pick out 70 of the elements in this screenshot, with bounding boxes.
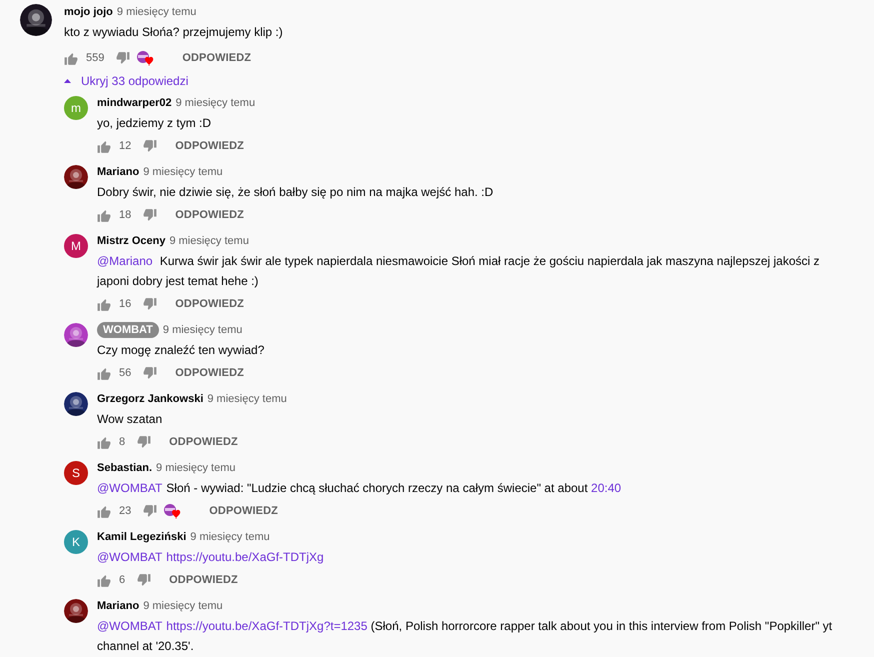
- thumbs-up-icon[interactable]: [97, 574, 111, 586]
- comment-link[interactable]: @WOMBAT: [97, 481, 162, 495]
- avatar: K: [64, 530, 88, 554]
- thumbs-up-icon[interactable]: [97, 436, 111, 448]
- thumbs-up-icon[interactable]: [64, 52, 78, 64]
- thumbs-up-icon[interactable]: [97, 504, 111, 518]
- comment-text: @WOMBAT Słoń - wywiad: "Ludzie chcą słuchać chorych rzeczy na całym świecie" at about 20:40: [97, 480, 622, 497]
- thumbs-up-icon[interactable]: [97, 298, 111, 310]
- thumbs-up-icon[interactable]: [97, 140, 111, 152]
- author-name[interactable]: Grzegorz Jankowski: [97, 393, 204, 405]
- like-count: 12: [119, 140, 132, 152]
- like-count: 559: [86, 52, 104, 64]
- comment-text: @WOMBAT https://youtu.be/XaGf-TDTjXg?t=1235 (Słoń, Polish horrorcore rapper talk about you in this interview from Polish "Popkiller" yt channel at '20.35'.: [97, 618, 834, 655]
- author-badge[interactable]: WOMBAT: [97, 322, 159, 338]
- comment-link[interactable]: @WOMBAT: [97, 550, 162, 564]
- comment-text: yo, jedziemy z tym :D: [97, 115, 212, 132]
- thumbs-down-icon[interactable]: [143, 208, 158, 222]
- reply-button[interactable]: ODPOWIEDZ: [175, 367, 244, 379]
- author-name[interactable]: Mariano: [97, 600, 140, 612]
- thumbs-down-icon[interactable]: [116, 52, 130, 64]
- thumbs-up-icon[interactable]: [97, 366, 111, 380]
- reply-button[interactable]: ODPOWIEDZ: [175, 140, 244, 152]
- comment-link[interactable]: https://youtu.be/XaGf-TDTjXg?t=1235: [166, 619, 368, 633]
- comment-text: kto z wywiadu Słońa? przejmujemy klip :): [64, 24, 284, 41]
- comment-time[interactable]: 9 miesięcy temu: [143, 166, 223, 178]
- like-count: 16: [119, 298, 132, 310]
- comment-text: @Mariano Kurwa świr jak świr ale typek napierdala niesmawoicie Słoń miał racje że gościu napierdala jak maszyna najlepszej jakości z japoni dobry jest temat hehe :): [97, 253, 821, 290]
- author-name[interactable]: Mariano: [97, 166, 140, 178]
- comment-text: Dobry świr, nie dziwie się, że słoń bałby się po nim na majka wejść hah. :D: [97, 184, 494, 201]
- comment-link[interactable]: @WOMBAT: [97, 619, 162, 633]
- reply-button[interactable]: ODPOWIEDZ: [182, 52, 252, 64]
- comment-time[interactable]: 9 miesięcy temu: [162, 324, 242, 336]
- like-count: 23: [119, 505, 132, 517]
- like-count: 18: [119, 209, 132, 221]
- like-count: 6: [119, 574, 126, 586]
- author-name[interactable]: Mistrz Oceny: [97, 235, 166, 247]
- avatar: S: [64, 461, 88, 485]
- author-name[interactable]: Kamil Legeziński: [97, 531, 186, 543]
- reply-button[interactable]: ODPOWIEDZ: [175, 298, 244, 310]
- comment-time[interactable]: 9 miesięcy temu: [143, 600, 223, 612]
- author-name[interactable]: Sebastian.: [97, 462, 152, 474]
- avatar: m: [64, 96, 88, 120]
- comment-time[interactable]: 9 miesięcy temu: [116, 6, 196, 18]
- comment-time[interactable]: 9 miesięcy temu: [169, 235, 249, 247]
- thumbs-down-icon[interactable]: [143, 366, 158, 380]
- like-count: 8: [119, 436, 126, 448]
- thumbs-down-icon[interactable]: [143, 298, 158, 310]
- reply-button[interactable]: ODPOWIEDZ: [169, 574, 238, 586]
- thumbs-up-icon[interactable]: [97, 208, 111, 222]
- comment-text: Czy mogę znaleźć ten wywiad?: [97, 342, 266, 359]
- comment-time[interactable]: 9 miesięcy temu: [207, 393, 287, 405]
- reply-button[interactable]: ODPOWIEDZ: [169, 436, 238, 448]
- avatar: M: [64, 234, 88, 258]
- author-name[interactable]: mindwarper02: [97, 97, 172, 109]
- thumbs-down-icon[interactable]: [137, 574, 152, 586]
- comment-time[interactable]: 9 miesięcy temu: [176, 97, 256, 109]
- hide-replies-button[interactable]: Ukryj 33 odpowiedzi: [64, 74, 188, 88]
- thumbs-down-icon[interactable]: [143, 504, 158, 518]
- comment-time[interactable]: 9 miesięcy temu: [190, 531, 270, 543]
- reply-button[interactable]: ODPOWIEDZ: [209, 505, 278, 517]
- comment-link[interactable]: https://youtu.be/XaGf-TDTjXg: [166, 550, 324, 564]
- reply-button[interactable]: ODPOWIEDZ: [175, 209, 244, 221]
- author-name[interactable]: mojo jojo: [64, 6, 113, 18]
- like-count: 56: [119, 367, 132, 379]
- thumbs-down-icon[interactable]: [143, 140, 158, 152]
- comment-text: Wow szatan: [97, 411, 164, 428]
- comment-link[interactable]: 20:40: [591, 481, 622, 495]
- comment-link[interactable]: @Mariano: [97, 254, 153, 268]
- comment-time[interactable]: 9 miesięcy temu: [156, 462, 236, 474]
- thumbs-down-icon[interactable]: [137, 436, 152, 448]
